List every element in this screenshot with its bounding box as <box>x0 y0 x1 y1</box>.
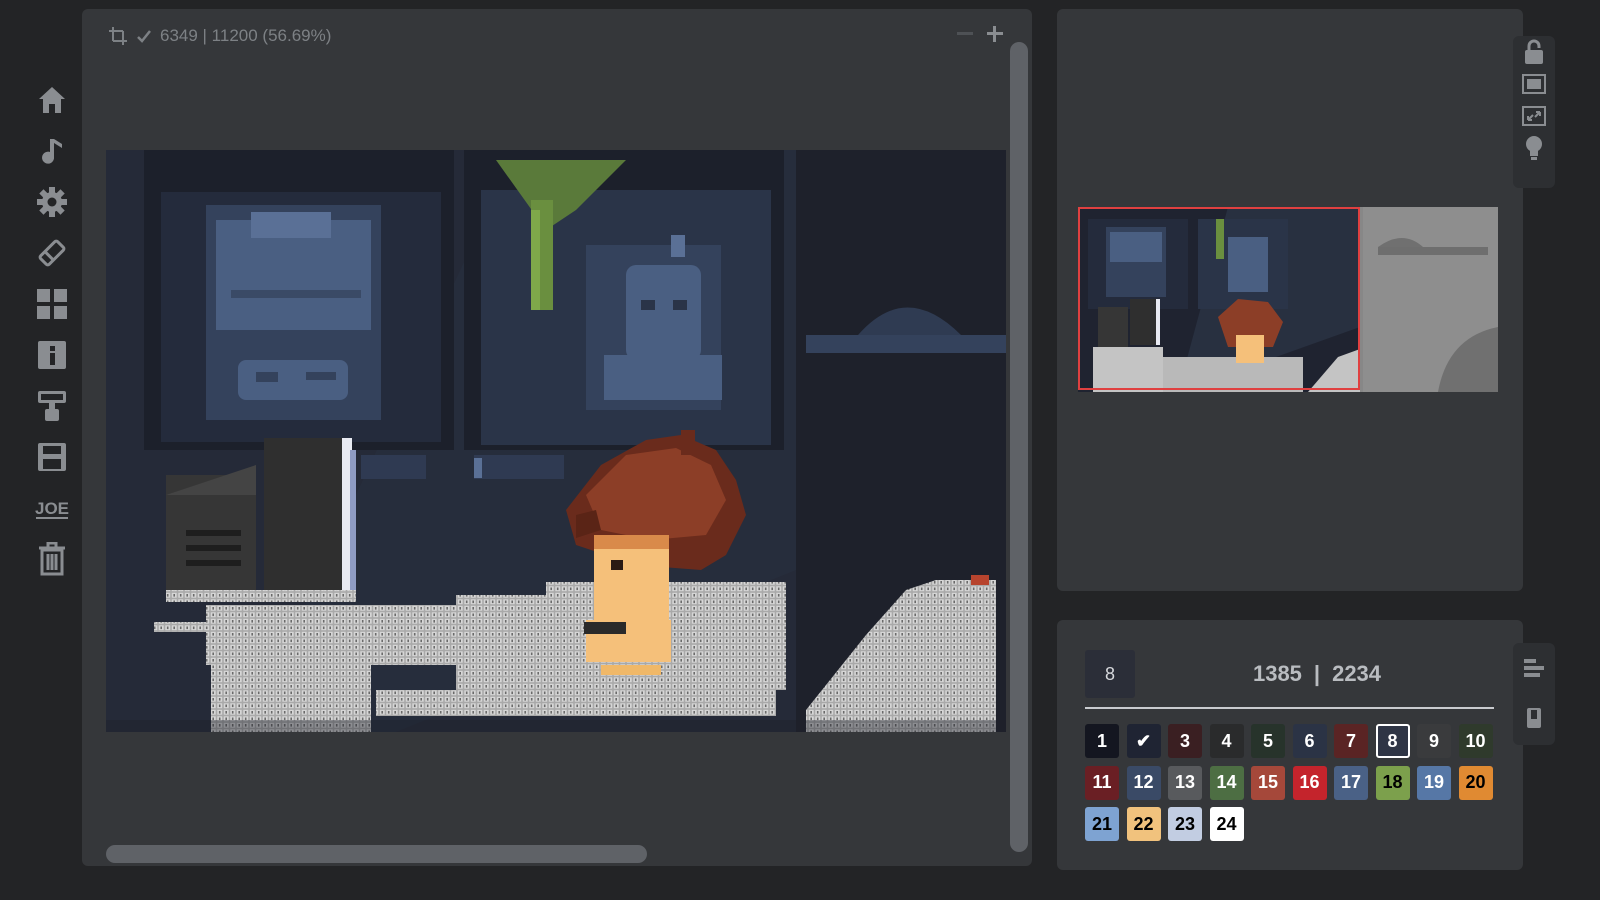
palette-panel: 8 1385 | 2234 1 ✔ 3 4 5 6 7 8 9 10 11 12 13 14 15 16 17 1… <box>1057 620 1523 870</box>
color-swatch[interactable]: 14 <box>1209 765 1244 800</box>
lightbulb-icon <box>1526 136 1542 160</box>
color-swatch[interactable]: 11 <box>1085 765 1119 800</box>
eraser-icon <box>38 239 66 267</box>
zoom-in-button[interactable] <box>982 21 1008 47</box>
pixel-art-canvas[interactable] <box>106 150 1006 732</box>
color-progress: 1385 | 2234 <box>1167 650 1467 698</box>
palette-divider <box>1085 707 1494 709</box>
paint-bucket-icon <box>1527 708 1541 728</box>
trash-icon <box>39 542 65 576</box>
palette-toolbar <box>1513 643 1555 745</box>
hint-button[interactable] <box>1513 132 1555 164</box>
color-swatch[interactable]: 15 <box>1251 765 1285 800</box>
fill-button[interactable] <box>1513 693 1555 743</box>
save-icon <box>38 443 66 471</box>
fullscreen-button[interactable] <box>1513 100 1555 132</box>
save-button[interactable] <box>30 435 74 479</box>
align-button[interactable] <box>1513 643 1555 693</box>
color-swatch[interactable]: 6 <box>1292 724 1327 758</box>
color-swatch[interactable]: 4 <box>1209 724 1244 758</box>
eraser-button[interactable] <box>30 231 74 275</box>
color-swatch[interactable]: 21 <box>1085 807 1119 841</box>
joe-logo-text: JOE <box>35 499 69 518</box>
music-note-icon <box>42 139 62 164</box>
crop-icon <box>109 27 127 45</box>
gear-icon <box>37 187 67 217</box>
color-swatch[interactable]: 7 <box>1334 724 1368 758</box>
preview-image <box>1078 207 1498 392</box>
color-swatch[interactable]: ✔ <box>1126 724 1161 758</box>
fit-screen-icon <box>1522 74 1546 94</box>
joe-logo-icon: JOE <box>35 499 69 519</box>
align-icon <box>1524 659 1544 677</box>
home-icon <box>39 87 65 113</box>
color-swatch[interactable]: 23 <box>1168 807 1202 841</box>
color-swatch[interactable]: 10 <box>1458 724 1493 758</box>
fit-screen-button[interactable] <box>1513 68 1555 100</box>
pixel-art-image <box>106 150 1006 732</box>
color-swatch[interactable]: 1 <box>1085 724 1119 758</box>
canvas-panel: 6349 | 11200 (56.69%) <box>82 9 1032 866</box>
color-swatch[interactable]: 5 <box>1251 724 1285 758</box>
selected-color-indicator: 8 <box>1085 650 1135 698</box>
status-bar: 6349 | 11200 (56.69%) <box>108 25 331 47</box>
zoom-out-button[interactable] <box>952 21 978 47</box>
color-swatch[interactable]: 16 <box>1292 765 1327 800</box>
joe-button[interactable]: JOE <box>30 486 74 530</box>
progress-text: 6349 | 11200 (56.69%) <box>160 26 332 45</box>
vertical-scrollbar[interactable] <box>1010 42 1028 852</box>
color-swatch[interactable]: 12 <box>1126 765 1161 800</box>
grid-button[interactable] <box>30 282 74 326</box>
color-swatch[interactable]: 8 <box>1375 724 1410 758</box>
fullscreen-icon <box>1522 106 1546 126</box>
color-swatch[interactable]: 9 <box>1417 724 1451 758</box>
brush-icon <box>38 391 66 421</box>
preview-thumbnail[interactable] <box>1078 207 1498 392</box>
color-swatch[interactable]: 24 <box>1209 807 1244 841</box>
lock-icon <box>1525 39 1543 64</box>
lock-button[interactable] <box>1513 36 1555 68</box>
color-swatch[interactable]: 17 <box>1334 765 1368 800</box>
music-button[interactable] <box>30 129 74 173</box>
minus-icon <box>957 32 973 35</box>
color-swatch[interactable]: 18 <box>1375 765 1410 800</box>
filled-count: 1385 <box>1252 661 1302 686</box>
sidebar: JOE <box>30 78 74 588</box>
plus-icon <box>987 26 1003 42</box>
color-swatch[interactable]: 22 <box>1126 807 1161 841</box>
total-count: 2234 <box>1332 661 1382 686</box>
home-button[interactable] <box>30 78 74 122</box>
color-swatch[interactable]: 13 <box>1168 765 1202 800</box>
color-swatch[interactable]: 3 <box>1168 724 1202 758</box>
color-swatch[interactable]: 20 <box>1458 765 1493 800</box>
info-icon <box>38 341 66 369</box>
settings-button[interactable] <box>30 180 74 224</box>
horizontal-scrollbar[interactable] <box>106 845 647 863</box>
preview-panel <box>1057 9 1523 591</box>
info-button[interactable] <box>30 333 74 377</box>
preview-toolbar <box>1513 36 1555 188</box>
delete-button[interactable] <box>30 537 74 581</box>
check-icon <box>137 30 151 43</box>
brush-button[interactable] <box>30 384 74 428</box>
progress-separator: | <box>1313 661 1321 686</box>
color-swatch[interactable]: 19 <box>1417 765 1451 800</box>
grid-icon <box>37 289 67 319</box>
